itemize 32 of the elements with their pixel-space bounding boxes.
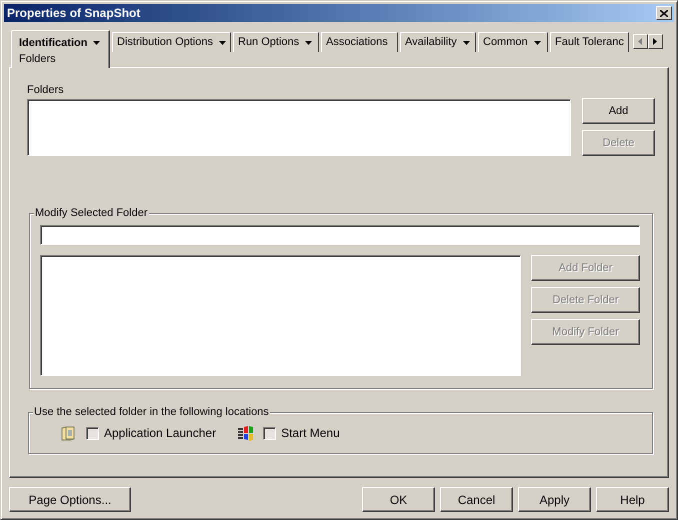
tab[interactable]: Run Options bbox=[233, 32, 319, 52]
left-arrow-icon bbox=[638, 38, 642, 45]
group-title: Modify Selected Folder bbox=[34, 206, 148, 220]
window-title: Properties of SnapShot bbox=[7, 5, 140, 22]
checkbox-label[interactable]: Application Launcher bbox=[104, 424, 216, 442]
tab[interactable]: Common bbox=[478, 32, 548, 52]
close-icon bbox=[660, 10, 668, 16]
tab[interactable]: Distribution Options bbox=[112, 32, 231, 52]
subfolder-list[interactable] bbox=[40, 255, 521, 376]
folder-name-field[interactable] bbox=[40, 225, 640, 245]
tab[interactable]: Availability bbox=[400, 32, 476, 52]
button[interactable]: OK bbox=[362, 487, 435, 512]
button[interactable]: Apply bbox=[518, 487, 591, 512]
scroll-right-button[interactable] bbox=[648, 34, 663, 49]
tab[interactable]: Associations bbox=[321, 32, 398, 52]
button[interactable]: Add bbox=[582, 98, 655, 124]
checkbox[interactable] bbox=[263, 426, 276, 440]
close-button[interactable] bbox=[656, 6, 672, 20]
button[interactable]: Help bbox=[596, 487, 669, 512]
field-label: Folders bbox=[27, 84, 65, 97]
tab[interactable]: Identification Folders bbox=[11, 30, 110, 68]
scroll-left-button[interactable] bbox=[632, 34, 648, 49]
window-flag-icon bbox=[238, 426, 254, 440]
tab[interactable]: Fault Toleranc bbox=[550, 32, 629, 52]
checkbox-label[interactable]: Start Menu bbox=[281, 424, 340, 442]
right-arrow-icon bbox=[653, 38, 658, 45]
notebook-icon bbox=[61, 426, 76, 440]
checkbox[interactable] bbox=[86, 426, 99, 440]
folder-list[interactable] bbox=[27, 99, 571, 156]
button[interactable]: Cancel bbox=[440, 487, 513, 512]
button[interactable]: Page Options... bbox=[9, 487, 131, 512]
group-title: Use the selected folder in the following locations bbox=[33, 405, 270, 419]
